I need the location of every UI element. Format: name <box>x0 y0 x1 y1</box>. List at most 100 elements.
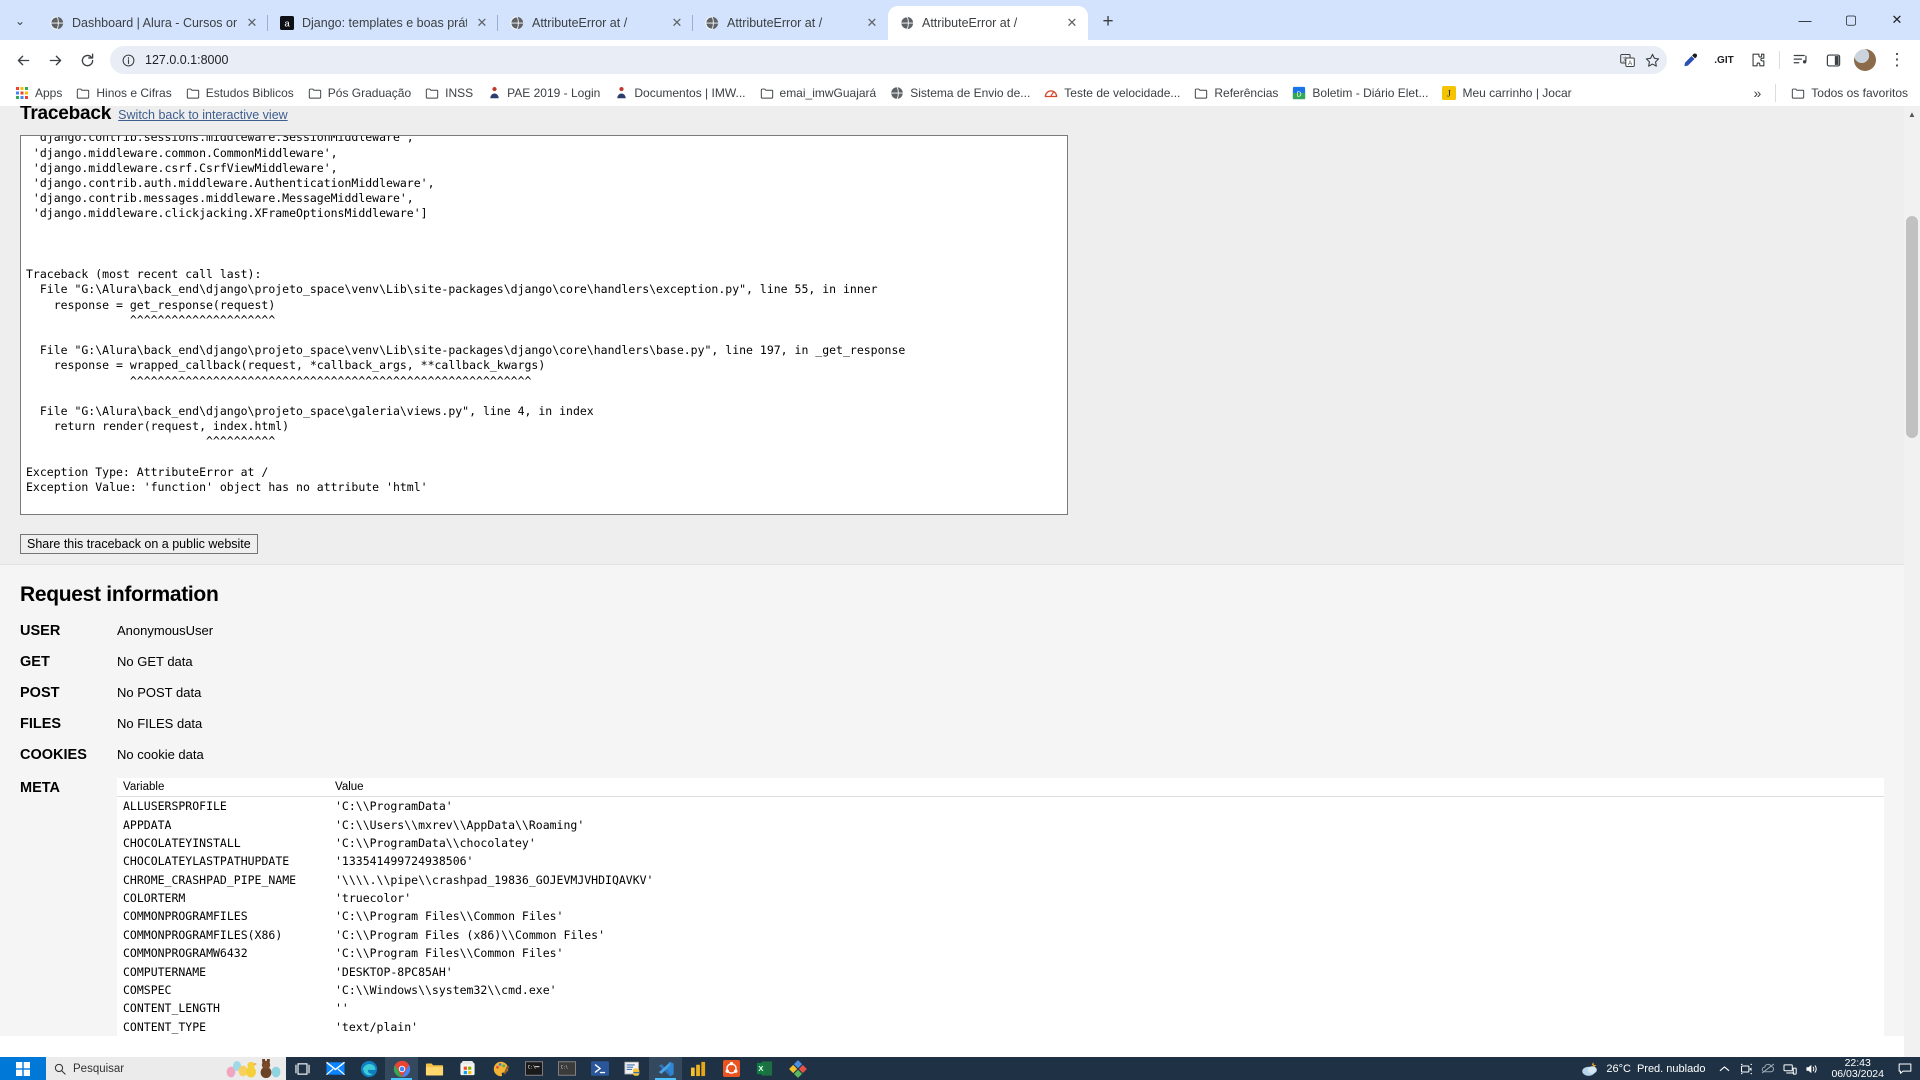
bookmark-item-2[interactable]: Pós Graduação <box>301 82 417 104</box>
traceback-textarea[interactable] <box>20 135 1068 515</box>
all-bookmarks-button[interactable]: Todos os favoritos <box>1784 82 1914 104</box>
bookmark-item-8[interactable]: Teste de velocidade... <box>1037 82 1186 104</box>
task-view-icon[interactable] <box>286 1057 319 1080</box>
mail-icon[interactable] <box>319 1057 352 1080</box>
bookmark-label: Sistema de Envio de... <box>910 86 1031 100</box>
extensions-icon[interactable] <box>1743 45 1773 75</box>
share-traceback-button[interactable]: Share this traceback on a public website <box>20 534 258 554</box>
forward-button[interactable] <box>40 45 70 75</box>
paint-icon[interactable] <box>484 1057 517 1080</box>
close-icon[interactable]: ✕ <box>244 15 260 31</box>
scrollbar-thumb[interactable] <box>1906 216 1918 438</box>
clock-date: 06/03/2024 <box>1831 1067 1884 1080</box>
browser-tab-3[interactable]: AttributeError at / ✕ <box>497 6 693 40</box>
git-icon[interactable]: .GIT <box>1707 45 1741 75</box>
network-icon[interactable] <box>1779 1057 1801 1080</box>
avatar[interactable] <box>1850 45 1880 75</box>
folder-icon <box>759 85 775 101</box>
svg-text:X: X <box>758 1064 763 1073</box>
request-information-section: Request information USER AnonymousUser G… <box>0 564 1904 1036</box>
excel-icon[interactable]: X <box>748 1057 781 1080</box>
bookmarks-bar: Apps Hinos e Cifras Estudos Biblicos Pós… <box>0 80 1920 106</box>
close-window-button[interactable]: ✕ <box>1874 0 1920 40</box>
maximize-button[interactable]: ▢ <box>1828 0 1874 40</box>
media-list-icon[interactable] <box>1786 45 1816 75</box>
bookmark-item-4[interactable]: PAE 2019 - Login <box>480 82 606 104</box>
info-circle-icon[interactable] <box>120 52 136 68</box>
j-icon: J <box>1441 85 1457 101</box>
bookmark-item-7[interactable]: Sistema de Envio de... <box>883 82 1036 104</box>
onedrive-icon[interactable] <box>1757 1057 1779 1080</box>
info-key: COOKIES <box>20 747 87 763</box>
close-icon[interactable]: ✕ <box>669 15 685 31</box>
notification-icon[interactable] <box>1892 1057 1918 1080</box>
meta-value-cell: '133541499724938506' <box>335 854 474 869</box>
browser-tab-2[interactable]: a Django: templates e boas práti ✕ <box>267 6 498 40</box>
microsoft-store-icon[interactable] <box>451 1057 484 1080</box>
chrome-icon[interactable] <box>385 1057 418 1080</box>
bookmark-apps[interactable]: Apps <box>8 82 68 104</box>
chevron-up-icon[interactable] <box>1713 1057 1735 1080</box>
page-scrollbar[interactable]: ▲ <box>1904 106 1920 1057</box>
close-icon[interactable]: ✕ <box>1064 15 1080 31</box>
start-button[interactable] <box>0 1057 46 1080</box>
globe-icon <box>704 15 720 31</box>
browser-tab-5-active[interactable]: AttributeError at / ✕ <box>888 6 1088 40</box>
browser-menu-button[interactable]: ⋮ <box>1882 45 1912 75</box>
meta-table-row: CHOCOLATEYINSTALL 'C:\\ProgramData\\choco… <box>117 834 1884 852</box>
kaleidoscope-icon[interactable] <box>781 1057 814 1080</box>
cmd-icon[interactable]: C:\ <box>550 1057 583 1080</box>
bookmark-item-0[interactable]: Hinos e Cifras <box>69 82 177 104</box>
meta-value-cell: 'C:\\Windows\\system32\\cmd.exe' <box>335 982 557 997</box>
file-explorer-icon[interactable] <box>418 1057 451 1080</box>
tab-title: AttributeError at / <box>727 16 823 30</box>
meta-value-cell: '\\\\.\\pipe\\crashpad_19836_GOJEVMJVHDI… <box>335 872 654 887</box>
close-icon[interactable]: ✕ <box>474 15 490 31</box>
ubuntu-icon[interactable] <box>715 1057 748 1080</box>
camera-icon[interactable] <box>1735 1057 1757 1080</box>
python-idle-icon[interactable] <box>616 1057 649 1080</box>
bookmark-item-3[interactable]: INSS <box>418 82 479 104</box>
taskbar-clock[interactable]: 22:43 06/03/2024 <box>1823 1057 1892 1080</box>
power-bi-icon[interactable] <box>682 1057 715 1080</box>
meta-variable-cell: COMPUTERNAME <box>123 964 207 979</box>
info-row-cookies: COOKIES No cookie data <box>20 747 1884 763</box>
scroll-up-arrow[interactable]: ▲ <box>1904 106 1920 122</box>
minimize-button[interactable]: — <box>1782 0 1828 40</box>
edge-icon[interactable] <box>352 1057 385 1080</box>
back-button[interactable] <box>8 45 38 75</box>
svg-text:a: a <box>284 19 290 30</box>
bookmark-item-1[interactable]: Estudos Biblicos <box>179 82 300 104</box>
close-icon[interactable]: ✕ <box>864 15 880 31</box>
side-panel-icon[interactable] <box>1818 45 1848 75</box>
meta-variable-cell: COMMONPROGRAMFILES <box>123 909 248 924</box>
translate-icon[interactable]: 文A <box>1619 52 1636 69</box>
reload-button[interactable] <box>72 45 102 75</box>
bookmarks-overflow-button[interactable]: » <box>1747 82 1767 104</box>
eyedropper-icon[interactable] <box>1675 45 1705 75</box>
alura-icon: a <box>279 15 295 31</box>
search-icon <box>54 1063 66 1075</box>
browser-tab-4[interactable]: AttributeError at / ✕ <box>692 6 888 40</box>
new-tab-button[interactable]: + <box>1094 8 1122 36</box>
bookmark-item-10[interactable]: D Boletim - Diário Elet... <box>1285 82 1434 104</box>
meta-header-variable: Variable <box>117 778 329 797</box>
taskbar-search-box[interactable]: Pesquisar <box>46 1057 286 1080</box>
bookmark-item-9[interactable]: Referências <box>1187 82 1284 104</box>
bookmark-item-6[interactable]: emai_imwGuajará <box>753 82 883 104</box>
meta-table-row: COLORTERM 'truecolor' <box>117 889 1884 907</box>
terminal-icon[interactable]: C:\ <box>517 1057 550 1080</box>
tab-search-button[interactable]: ⌄ <box>6 7 34 35</box>
address-bar[interactable]: 127.0.0.1:8000 文A <box>110 46 1667 74</box>
vscode-icon[interactable] <box>649 1057 682 1080</box>
bookmark-item-11[interactable]: J Meu carrinho | Jocar <box>1435 82 1577 104</box>
weather-widget[interactable]: 26°C Pred. nublado <box>1572 1061 1713 1077</box>
switch-view-link[interactable]: Switch back to interactive view <box>118 108 288 122</box>
browser-tab-1[interactable]: Dashboard | Alura - Cursos onli ✕ <box>38 6 268 40</box>
meta-variable-cell: COLORTERM <box>123 891 186 906</box>
volume-icon[interactable] <box>1801 1057 1823 1080</box>
powershell-icon[interactable] <box>583 1057 616 1080</box>
meta-variable-cell: CHOCOLATEYLASTPATHUPDATE <box>123 854 290 869</box>
bookmark-item-5[interactable]: Documentos | IMW... <box>607 82 751 104</box>
bookmark-star-icon[interactable] <box>1644 52 1661 69</box>
